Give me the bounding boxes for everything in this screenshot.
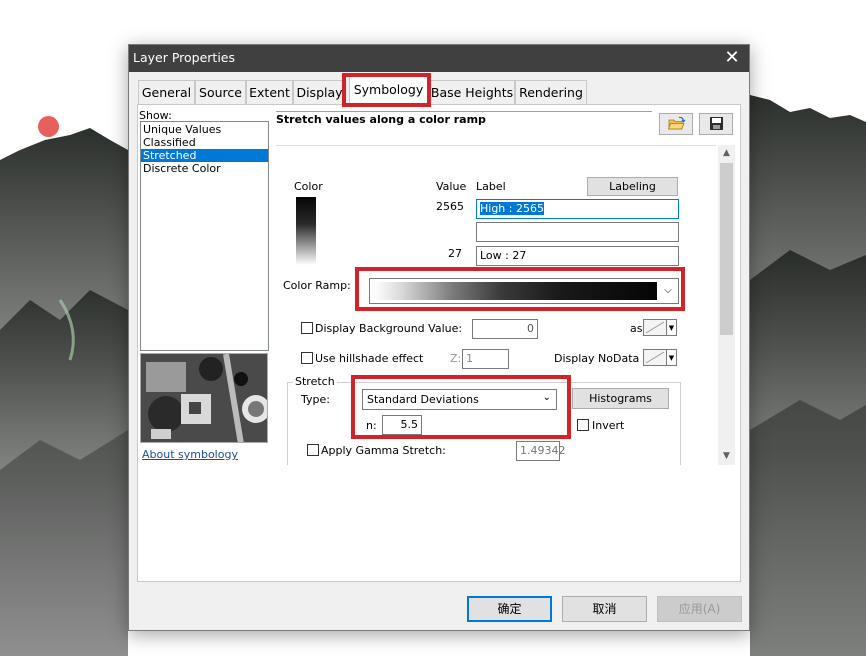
high-value: 2565 [436, 200, 464, 213]
folder-open-icon [667, 116, 686, 130]
sun-decoration [38, 116, 59, 137]
heading-divider [276, 111, 652, 112]
list-item-discrete-color[interactable]: Discrete Color [141, 162, 268, 175]
stretch-type-select[interactable]: Standard Deviations ⌄ [362, 389, 557, 410]
tab-symbology[interactable]: Symbology [349, 76, 428, 105]
color-ramp-dropdown[interactable]: ⌵ [369, 278, 679, 304]
close-icon[interactable]: ✕ [721, 47, 743, 69]
low-value: 27 [448, 247, 462, 260]
z-label: Z: [450, 352, 462, 365]
tab-extent[interactable]: Extent [246, 80, 293, 104]
stretch-group-title: Stretch [293, 375, 337, 388]
tab-general[interactable]: General [138, 80, 195, 104]
histograms-button[interactable]: Histograms [572, 388, 669, 409]
vertical-scrollbar[interactable]: ▲ ▼ [718, 145, 735, 465]
invert-label: Invert [592, 419, 625, 432]
renderer-type-list: Unique Values Classified Stretched Discr… [140, 121, 269, 351]
layer-properties-dialog: Layer Properties ✕ General Source Extent… [128, 44, 750, 631]
invert-checkbox[interactable] [577, 419, 589, 431]
value-column-label: Value [436, 180, 467, 193]
n-label: n: [366, 419, 377, 432]
color-gradient-swatch[interactable] [296, 197, 316, 265]
nodata-color-swatch[interactable] [643, 349, 667, 366]
window-title: Layer Properties [133, 50, 235, 65]
tab-source[interactable]: Source [195, 80, 246, 104]
dropdown-arrow-icon[interactable]: ▼ [667, 319, 677, 336]
open-layer-file-button[interactable] [659, 113, 693, 135]
scroll-thumb[interactable] [720, 163, 733, 335]
title-bar: Layer Properties ✕ [129, 45, 749, 72]
renderer-preview-image [140, 353, 268, 443]
low-label-field[interactable]: Low : 27 [476, 246, 679, 266]
about-symbology-link[interactable]: About symbology [142, 448, 238, 461]
display-background-checkbox[interactable] [301, 322, 313, 334]
gamma-value-field[interactable]: 1.49342 [516, 441, 566, 461]
stretch-type-label: Type: [301, 393, 330, 406]
list-item-classified[interactable]: Classified [141, 136, 268, 149]
high-label-field[interactable]: High : 2565 [476, 199, 679, 219]
gamma-stretch-checkbox[interactable] [307, 444, 319, 456]
chevron-down-icon: ⌵ [664, 285, 672, 296]
background-color-swatch[interactable] [643, 319, 667, 336]
std-dev-n-field[interactable]: 5.5 [382, 415, 422, 435]
chevron-down-icon: ⌄ [542, 392, 551, 403]
cancel-button[interactable]: 取消 [562, 596, 647, 622]
list-item-unique-values[interactable]: Unique Values [141, 123, 268, 136]
color-column-label: Color [294, 180, 323, 193]
labeling-button[interactable]: Labeling [587, 177, 678, 196]
dropdown-arrow-icon[interactable]: ▼ [667, 349, 677, 366]
mid-label-field[interactable] [476, 222, 679, 242]
apply-button[interactable]: 应用(A) [657, 596, 742, 622]
scroll-up-icon[interactable]: ▲ [718, 145, 735, 162]
z-factor-field[interactable]: 1 [462, 349, 509, 369]
hillshade-checkbox[interactable] [301, 352, 313, 364]
tab-base-heights[interactable]: Base Heights [429, 80, 515, 104]
save-layer-file-button[interactable] [699, 113, 733, 135]
renderer-heading: Stretch values along a color ramp [276, 113, 486, 126]
scroll-down-icon[interactable]: ▼ [718, 448, 735, 465]
nodata-label: Display NoData as [554, 352, 656, 365]
hillshade-label: Use hillshade effect [315, 352, 424, 365]
list-item-stretched[interactable]: Stretched [141, 149, 268, 162]
tab-display[interactable]: Display [293, 80, 346, 104]
gamma-stretch-label: Apply Gamma Stretch: [321, 444, 446, 457]
color-ramp-preview [374, 282, 657, 300]
as-label: as [630, 322, 643, 335]
ok-button[interactable]: 确定 [467, 596, 552, 622]
background-value-field[interactable]: 0 [472, 319, 538, 339]
high-label-text: High : 2565 [480, 202, 544, 215]
stretch-type-value: Standard Deviations [367, 393, 479, 406]
label-column-label: Label [476, 180, 506, 193]
color-ramp-label: Color Ramp: [283, 279, 351, 292]
tab-rendering[interactable]: Rendering [515, 80, 587, 104]
stretch-settings: Color Value Label Labeling 2565 High : 2… [276, 145, 716, 465]
floppy-disk-icon [710, 117, 723, 130]
display-background-label: Display Background Value: [315, 322, 463, 335]
